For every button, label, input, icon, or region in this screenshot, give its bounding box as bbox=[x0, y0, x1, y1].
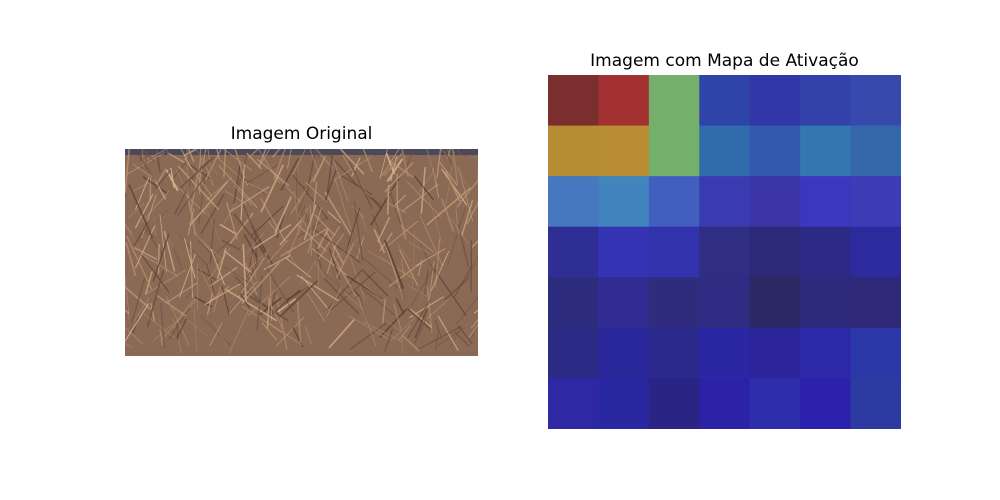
heatmap-cell bbox=[800, 327, 852, 379]
heatmap-cell bbox=[548, 277, 599, 329]
heatmap-cell bbox=[800, 226, 852, 278]
heatmap-cell bbox=[699, 277, 751, 329]
heatmap-cell bbox=[850, 125, 901, 177]
heatmap-cell bbox=[648, 378, 700, 429]
heatmap-cell bbox=[548, 378, 599, 429]
heatmap-cell bbox=[699, 378, 751, 429]
activation-heatmap bbox=[548, 75, 901, 429]
heatmap-cell bbox=[800, 176, 852, 228]
activation-map-title: Imagem com Mapa de Ativação bbox=[590, 51, 859, 71]
heatmap-cell bbox=[749, 327, 801, 379]
heatmap-cell bbox=[548, 226, 599, 278]
heatmap-cell bbox=[850, 75, 901, 127]
heatmap-cell bbox=[648, 75, 700, 127]
heatmap-cell bbox=[850, 226, 901, 278]
heatmap-cell bbox=[850, 277, 901, 329]
heatmap-cell bbox=[548, 327, 599, 379]
heatmap-cell bbox=[598, 125, 650, 177]
original-image-title: Imagem Original bbox=[230, 124, 373, 144]
heatmap-cell bbox=[548, 75, 599, 127]
heatmap-cell bbox=[699, 327, 751, 379]
heatmap-cell bbox=[800, 277, 852, 329]
heatmap-cell bbox=[699, 226, 751, 278]
heatmap-cell bbox=[598, 226, 650, 278]
heatmap-cell bbox=[699, 125, 751, 177]
heatmap-cell bbox=[548, 176, 599, 228]
heatmap-cell bbox=[598, 378, 650, 429]
heatmap-cell bbox=[598, 75, 650, 127]
sky-strip bbox=[125, 149, 478, 155]
heatmap-cell bbox=[850, 327, 901, 379]
heatmap-cell bbox=[598, 277, 650, 329]
heatmap-cell bbox=[648, 125, 700, 177]
heatmap-cell bbox=[598, 176, 650, 228]
heatmap-cell bbox=[800, 378, 852, 429]
heatmap-cell bbox=[749, 75, 801, 127]
heatmap-cell bbox=[850, 378, 901, 429]
heatmap-cell bbox=[648, 277, 700, 329]
heatmap-cell bbox=[749, 277, 801, 329]
heatmap-cell bbox=[648, 176, 700, 228]
heatmap-cell bbox=[850, 176, 901, 228]
heatmap-cell bbox=[598, 327, 650, 379]
heatmap-cell bbox=[749, 378, 801, 429]
grass-stroke bbox=[157, 243, 160, 274]
heatmap-cell bbox=[699, 176, 751, 228]
heatmap-cell bbox=[749, 125, 801, 177]
heatmap-cell bbox=[800, 125, 852, 177]
heatmap-cell bbox=[548, 125, 599, 177]
heatmap-cell bbox=[749, 226, 801, 278]
heatmap-cell bbox=[648, 226, 700, 278]
heatmap-cell bbox=[699, 75, 751, 127]
heatmap-cell bbox=[749, 176, 801, 228]
heatmap-cell bbox=[800, 75, 852, 127]
original-image bbox=[125, 149, 478, 356]
heatmap-cell bbox=[648, 327, 700, 379]
